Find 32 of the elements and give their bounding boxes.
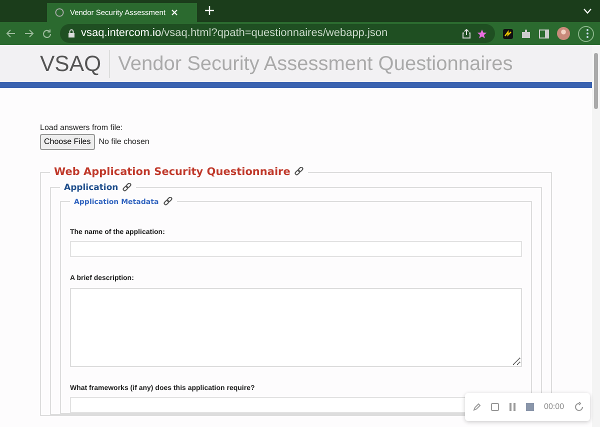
kebab-menu-icon[interactable] — [586, 29, 589, 38]
url-text: vsaq.intercom.io/vsaq.html?qpath=questionnaires/webapp.json — [81, 26, 388, 42]
avatar-icon[interactable] — [557, 27, 570, 40]
link-icon[interactable] — [122, 182, 132, 193]
reload-icon[interactable] — [42, 28, 52, 38]
site-logo[interactable]: VSAQ — [40, 50, 110, 78]
file-status: No file chosen — [98, 136, 150, 148]
back-arrow-icon[interactable] — [6, 29, 16, 38]
chevron-down-icon[interactable] — [583, 8, 592, 14]
link-icon[interactable] — [294, 167, 304, 178]
choose-files-button[interactable]: Choose Files — [40, 134, 95, 150]
close-icon[interactable] — [171, 9, 178, 16]
extension-logo-icon[interactable] — [503, 28, 513, 38]
questionnaire-title: Web Application Security Questionnaire — [54, 166, 290, 179]
note-icon[interactable] — [491, 403, 499, 411]
lock-icon — [68, 29, 75, 38]
plus-icon[interactable] — [205, 6, 214, 16]
recording-timer: 00:00 — [544, 401, 564, 413]
share-icon[interactable] — [462, 28, 471, 38]
profile-button[interactable] — [578, 26, 594, 42]
pause-icon[interactable] — [509, 403, 516, 411]
star-icon[interactable] — [477, 28, 487, 38]
page-title: Vendor Security Assessment Questionnaires — [118, 52, 513, 76]
forward-arrow-icon[interactable] — [24, 29, 34, 38]
answer-field[interactable] — [70, 241, 522, 258]
section-title: Application — [64, 182, 118, 193]
link-icon[interactable] — [162, 196, 173, 207]
file-label: Load answers from file: — [40, 122, 124, 134]
restart-icon[interactable] — [574, 402, 584, 412]
side-panel-icon[interactable] — [539, 28, 549, 38]
pencil-icon[interactable] — [473, 403, 481, 411]
address-bar[interactable]: vsaq.intercom.io/vsaq.html?qpath=questionnaires/webapp.json — [60, 24, 495, 43]
